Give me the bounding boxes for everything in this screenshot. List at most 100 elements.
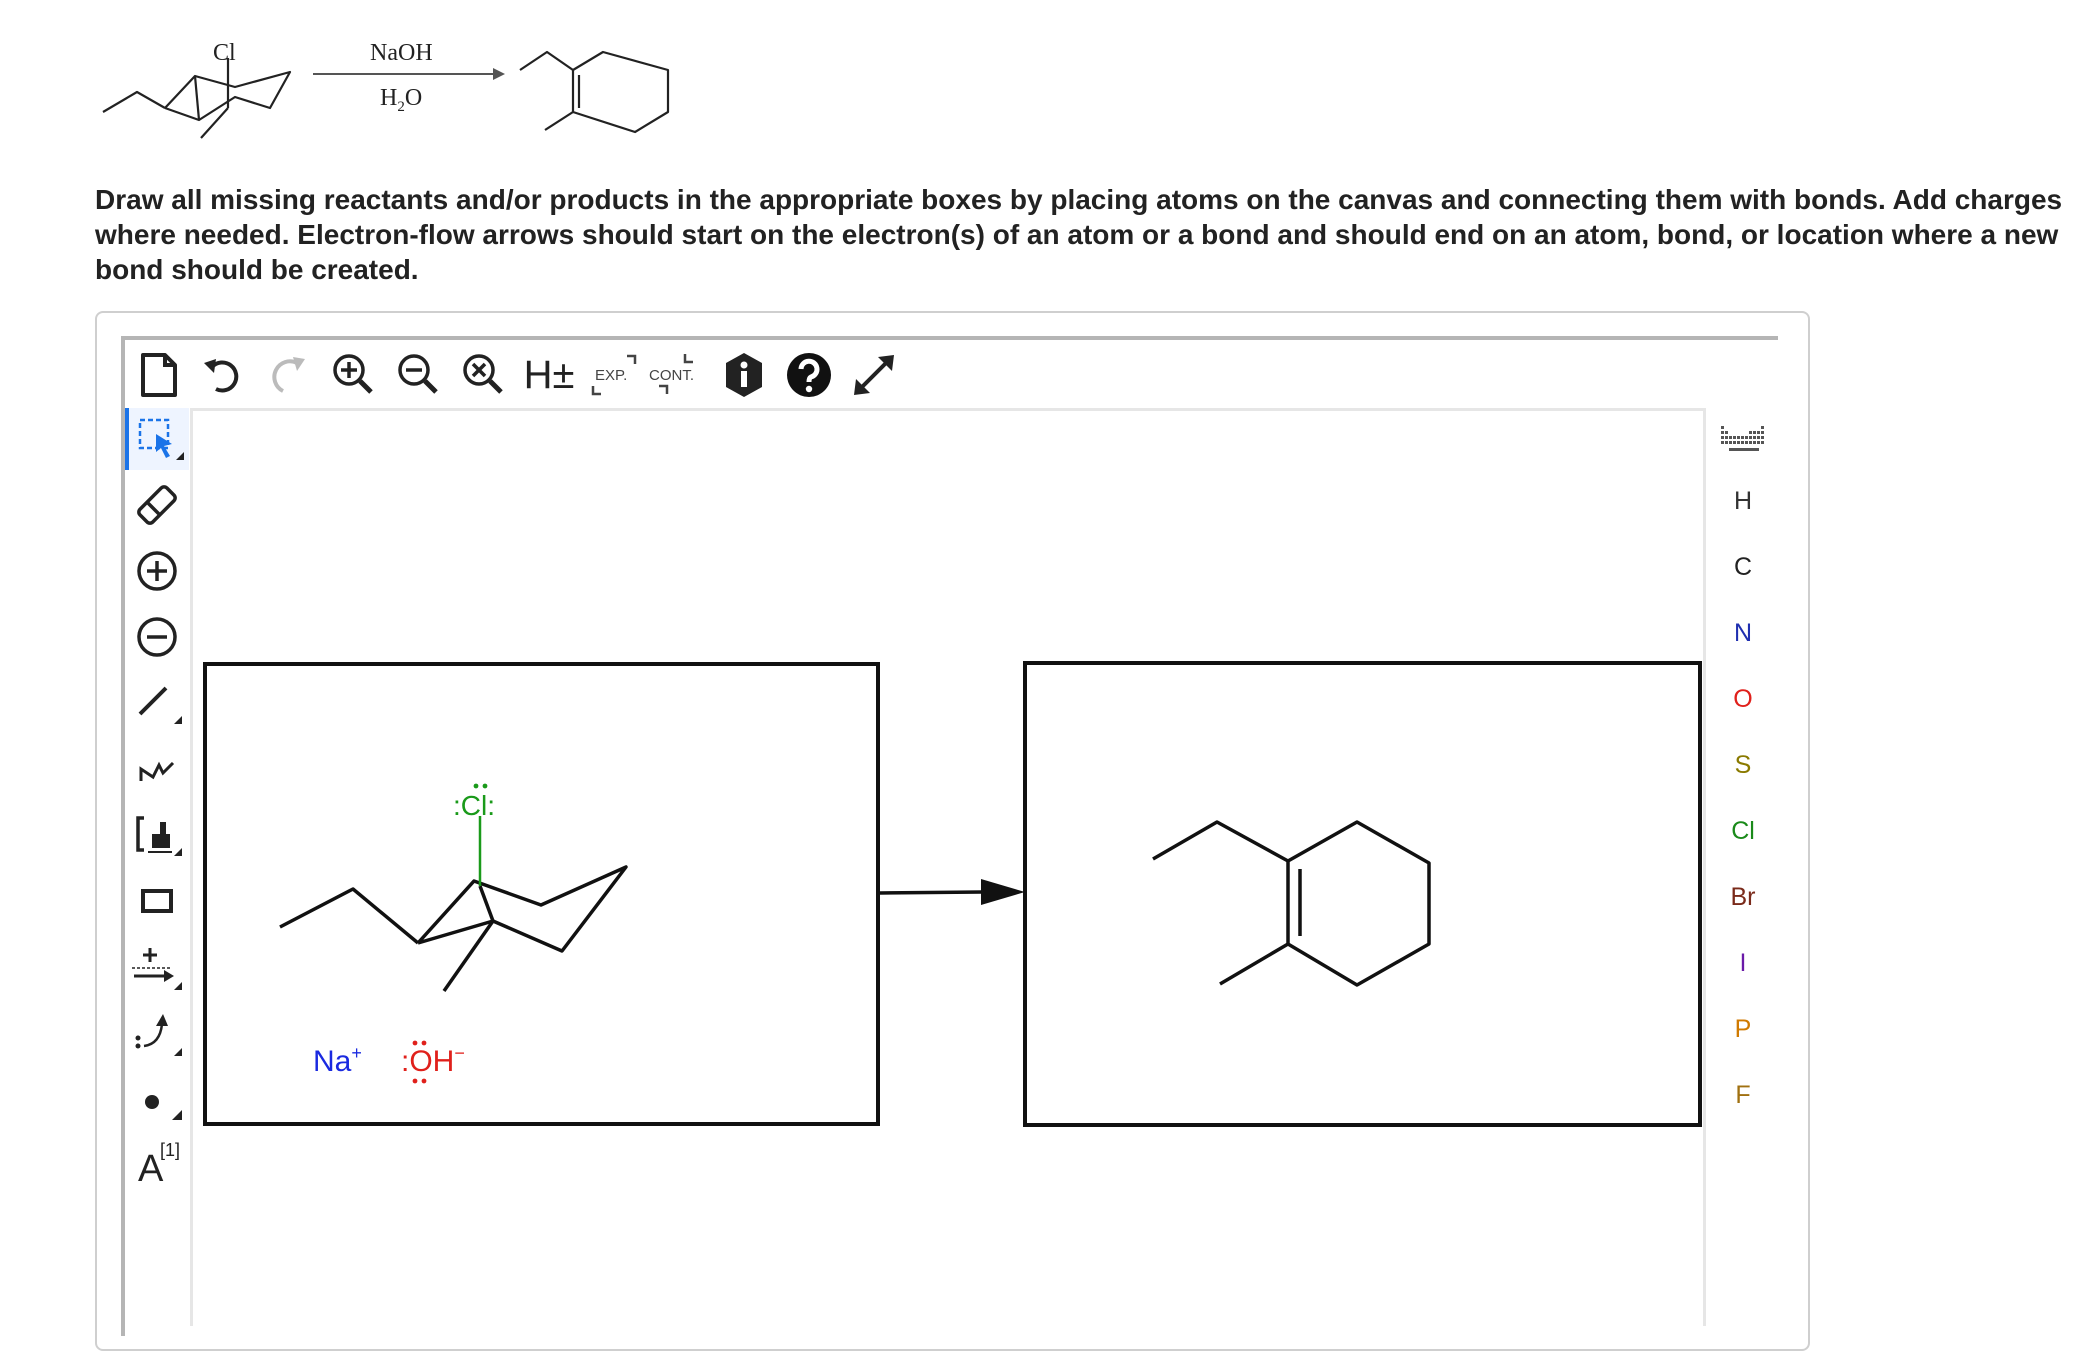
atom-symbol: N <box>1733 618 1753 647</box>
zoom-reset-button[interactable] <box>455 340 513 410</box>
eraser-icon <box>137 485 177 525</box>
atom-button-p[interactable]: P <box>1708 998 1778 1060</box>
atom-symbol: F <box>1735 1080 1751 1109</box>
zoom-in-icon <box>333 354 373 394</box>
instructions-line-3: bond should be created. <box>95 254 419 285</box>
periodic-table-button[interactable] <box>1708 408 1778 470</box>
oh-lone-pair-dot <box>412 1040 418 1046</box>
template-icon <box>136 816 182 856</box>
atom-button-h[interactable]: H <box>1708 470 1778 532</box>
reaction-arrow-icon <box>132 948 182 990</box>
reagent-bottom: H2O <box>380 85 422 115</box>
zoom-out-button[interactable] <box>390 340 448 410</box>
atom-map-index: [1] <box>160 1140 181 1160</box>
atom-button-br[interactable]: Br <box>1708 866 1778 928</box>
redo-icon <box>272 357 305 393</box>
new-document-icon <box>141 353 177 397</box>
rectangle-tool-button[interactable] <box>125 870 189 932</box>
hydroxide-ion[interactable]: :OH− <box>401 1043 465 1078</box>
zoom-reset-icon <box>463 354 503 394</box>
sodium-charge: + <box>351 1043 362 1063</box>
atom-button-o[interactable]: O <box>1708 668 1778 730</box>
fullscreen-icon <box>854 355 894 395</box>
rectangle-icon <box>141 889 173 913</box>
top-toolbar: H± EXP. CONT. <box>125 340 1778 410</box>
atom-symbol: P <box>1734 1014 1752 1043</box>
expand-button[interactable]: EXP. <box>585 340 643 410</box>
reagent-top: NaOH <box>370 40 433 66</box>
zoom-out-icon <box>398 354 438 394</box>
info-button[interactable] <box>715 340 773 410</box>
positive-charge-button[interactable] <box>125 540 189 602</box>
hydroxide-charge: − <box>454 1043 465 1063</box>
atom-button-c[interactable]: C <box>1708 536 1778 598</box>
atom-symbol: C <box>1733 552 1753 581</box>
radical-tool-button[interactable] <box>125 1068 189 1130</box>
toggle-hydrogens-label: H± <box>523 352 575 397</box>
help-icon <box>787 353 831 397</box>
atom-button-n[interactable]: N <box>1708 602 1778 664</box>
reaction-arrowhead <box>981 879 1025 905</box>
toggle-hydrogens-button[interactable]: H± <box>520 340 578 410</box>
negative-charge-button[interactable] <box>125 606 189 668</box>
instructions-text: Draw all missing reactants and/or produc… <box>95 182 2082 287</box>
chlorine-atom[interactable]: :Cl: <box>453 790 495 821</box>
reaction-arrow-tool-button[interactable] <box>125 936 189 998</box>
periodic-table-icon <box>1721 426 1764 451</box>
atom-symbol: S <box>1734 750 1752 779</box>
sodium-label: Na <box>313 1045 352 1078</box>
product-box[interactable] <box>1023 661 1702 1127</box>
product-molecule[interactable] <box>1152 820 1431 987</box>
sodium-ion[interactable]: Na+ <box>313 1043 362 1078</box>
contract-label: CONT. <box>649 367 694 384</box>
reactant-box[interactable] <box>203 662 880 1126</box>
expand-icon: EXP. <box>591 354 637 396</box>
cl-lone-pair-dot <box>473 783 479 789</box>
left-toolbar: A [1] <box>125 408 189 1328</box>
cl-lone-pair-dot <box>482 783 488 789</box>
reaction-scheme: Cl NaOH H2O <box>95 30 695 150</box>
eraser-tool-button[interactable] <box>125 474 189 536</box>
oh-lone-pair-dot <box>421 1078 427 1084</box>
oh-lone-pair-dot <box>412 1078 418 1084</box>
bond-tool-button[interactable] <box>125 672 189 734</box>
reaction-arrow[interactable] <box>879 890 984 895</box>
atom-symbol: H <box>1733 486 1753 515</box>
curved-arrow-icon <box>135 1014 182 1056</box>
reactant-molecule[interactable] <box>279 865 628 993</box>
redo-button[interactable] <box>260 340 318 410</box>
instructions-line-1: Draw all missing reactants and/or produc… <box>95 184 2063 215</box>
zoom-in-button[interactable] <box>325 340 383 410</box>
chain-icon <box>139 761 175 781</box>
contract-icon: CONT. <box>649 354 694 394</box>
help-button[interactable] <box>780 340 838 410</box>
minus-charge-icon <box>137 617 177 657</box>
oh-lone-pair-dot <box>421 1040 427 1046</box>
single-bond-icon <box>138 686 182 724</box>
chain-tool-button[interactable] <box>125 738 189 800</box>
drawing-canvas[interactable]: :Cl: Na+ :OH− <box>190 408 1706 1326</box>
atom-symbol: I <box>1739 948 1747 977</box>
undo-button[interactable] <box>195 340 253 410</box>
radical-dot-icon <box>145 1095 182 1120</box>
atom-button-i[interactable]: I <box>1708 932 1778 994</box>
lasso-select-icon <box>138 418 184 460</box>
select-tool-button[interactable] <box>125 408 189 470</box>
electron-flow-tool-button[interactable] <box>125 1002 189 1064</box>
atom-button-cl[interactable]: Cl <box>1708 800 1778 862</box>
atom-button-s[interactable]: S <box>1708 734 1778 796</box>
atom-symbol: Br <box>1730 882 1756 911</box>
atom-toolbar: H C N O S Cl Br I P F <box>1708 408 1778 1328</box>
plus-charge-icon <box>137 551 177 591</box>
atom-button-f[interactable]: F <box>1708 1064 1778 1126</box>
undo-icon <box>204 359 239 393</box>
expand-label: EXP. <box>595 367 627 384</box>
fullscreen-button[interactable] <box>845 340 903 410</box>
template-tool-button[interactable] <box>125 804 189 866</box>
new-document-button[interactable] <box>130 340 188 410</box>
reactant-cl-label: Cl <box>213 40 236 66</box>
contract-button[interactable]: CONT. <box>645 340 703 410</box>
info-icon <box>726 353 762 397</box>
hydroxide-label: :OH <box>401 1045 454 1078</box>
atom-map-tool-button[interactable]: A [1] <box>125 1134 189 1196</box>
